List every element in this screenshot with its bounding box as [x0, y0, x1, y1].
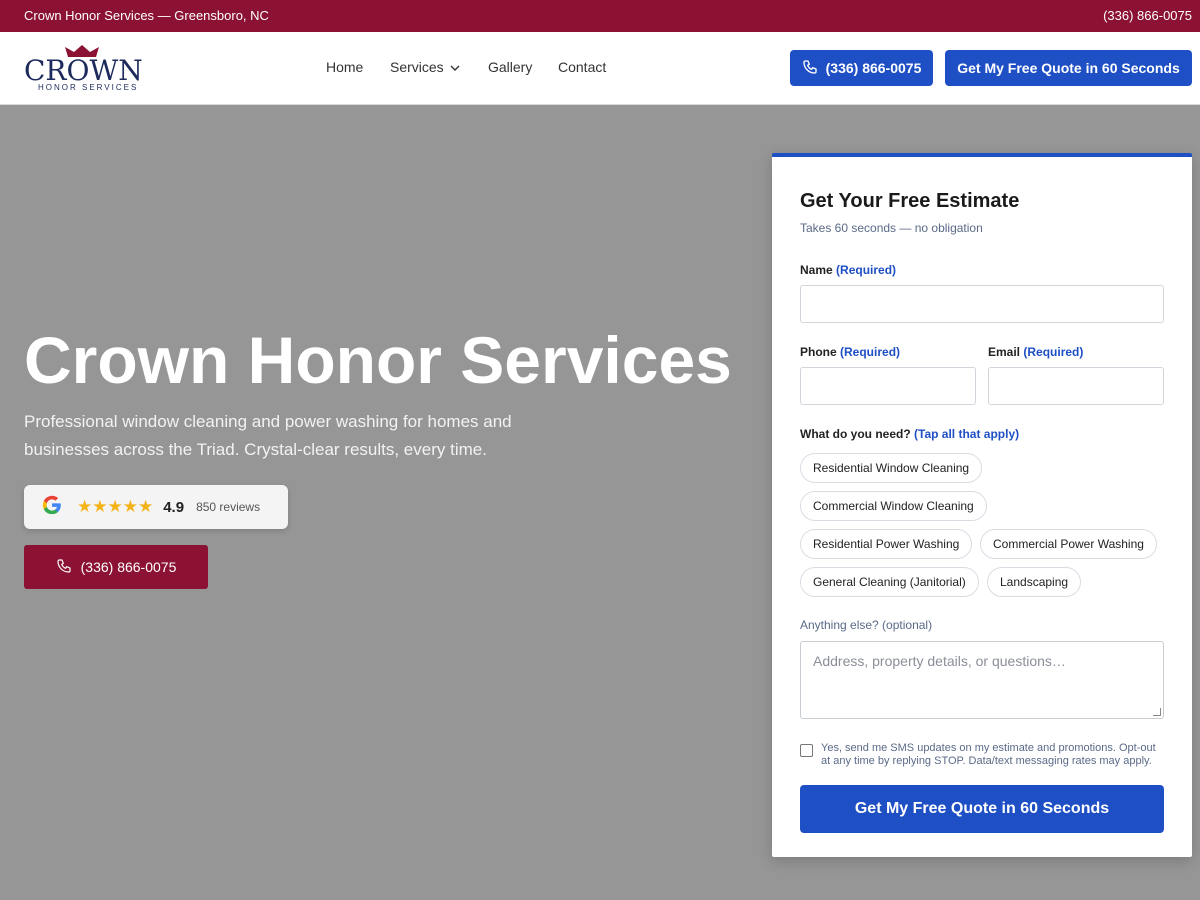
nav-services-label: Services	[390, 59, 444, 75]
required-marker: (Required)	[840, 345, 901, 359]
chevron-down-icon	[450, 59, 460, 75]
services-label: What do you need? (Tap all that apply)	[800, 427, 1019, 441]
service-chip[interactable]: General Cleaning (Janitorial)	[800, 567, 979, 597]
notes-textarea[interactable]: Address, property details, or questions…	[800, 641, 1164, 719]
email-input[interactable]	[988, 367, 1164, 405]
service-chip[interactable]: Residential Window Cleaning	[800, 453, 983, 483]
nav-home[interactable]: Home	[326, 59, 363, 75]
estimate-form: Get Your Free Estimate Takes 60 seconds …	[772, 153, 1192, 857]
service-chip[interactable]: Residential Power Washing	[800, 529, 973, 559]
site-header: CROWN HONOR SERVICES Home Services Galle…	[0, 32, 1200, 105]
phone-input[interactable]	[800, 367, 976, 405]
phone-label-text: Phone	[800, 345, 837, 359]
hero-phone-button[interactable]: (336) 866-0075	[24, 545, 208, 589]
service-chip[interactable]: Landscaping	[987, 567, 1082, 597]
required-marker: (Required)	[1023, 345, 1084, 359]
sms-consent-checkbox[interactable]	[800, 744, 813, 757]
star-rating-icons: ★★★★★	[77, 497, 154, 516]
form-title: Get Your Free Estimate	[800, 190, 1020, 212]
top-bar: Crown Honor Services — Greensboro, NC (3…	[0, 0, 1200, 32]
notes-label: Anything else? (optional)	[800, 618, 933, 632]
email-label: Email (Required)	[988, 345, 1083, 359]
phone-icon	[802, 59, 818, 78]
name-input[interactable]	[800, 285, 1164, 323]
hero-title: Crown Honor Services	[24, 323, 732, 397]
logo-subtitle: HONOR SERVICES	[38, 83, 139, 92]
sms-consent-text: Yes, send me SMS updates on my estimate …	[821, 742, 1156, 767]
notes-placeholder: Address, property details, or questions…	[813, 653, 1066, 669]
name-label: Name (Required)	[800, 263, 896, 277]
required-marker: (Required)	[836, 263, 897, 277]
phone-icon	[56, 558, 72, 577]
form-tagline: Takes 60 seconds — no obligation	[800, 221, 983, 235]
header-phone-label: (336) 866-0075	[825, 60, 922, 76]
hero-phone-label: (336) 866-0075	[80, 559, 177, 575]
nav-gallery[interactable]: Gallery	[488, 59, 532, 75]
service-chip[interactable]: Commercial Window Cleaning	[800, 491, 987, 521]
nav-services[interactable]: Services	[390, 59, 460, 75]
submit-quote-button[interactable]: Get My Free Quote in 60 Seconds	[800, 785, 1164, 833]
location-text: Crown Honor Services — Greensboro, NC	[24, 8, 269, 23]
email-label-text: Email	[988, 345, 1021, 359]
review-count: 850 reviews	[196, 500, 261, 514]
resize-handle-icon[interactable]	[1153, 708, 1161, 716]
hero-subtitle: Professional window cleaning and power w…	[24, 412, 512, 459]
header-quote-button[interactable]: Get My Free Quote in 60 Seconds	[945, 50, 1192, 86]
nav-contact[interactable]: Contact	[558, 59, 606, 75]
topbar-phone-link[interactable]: (336) 866-0075	[1103, 8, 1192, 23]
phone-label: Phone (Required)	[800, 345, 900, 359]
services-label-text: What do you need?	[800, 427, 911, 441]
rating-value: 4.9	[163, 498, 185, 516]
logo[interactable]: CROWN HONOR SERVICES	[24, 42, 144, 94]
header-phone-button[interactable]: (336) 866-0075	[790, 50, 933, 86]
google-review-badge[interactable]: ★★★★★ 4.9 850 reviews	[24, 485, 288, 529]
google-icon	[41, 494, 63, 521]
service-chip[interactable]: Commercial Power Washing	[980, 529, 1157, 559]
name-label-text: Name	[800, 263, 833, 277]
services-hint: (Tap all that apply)	[914, 427, 1020, 441]
